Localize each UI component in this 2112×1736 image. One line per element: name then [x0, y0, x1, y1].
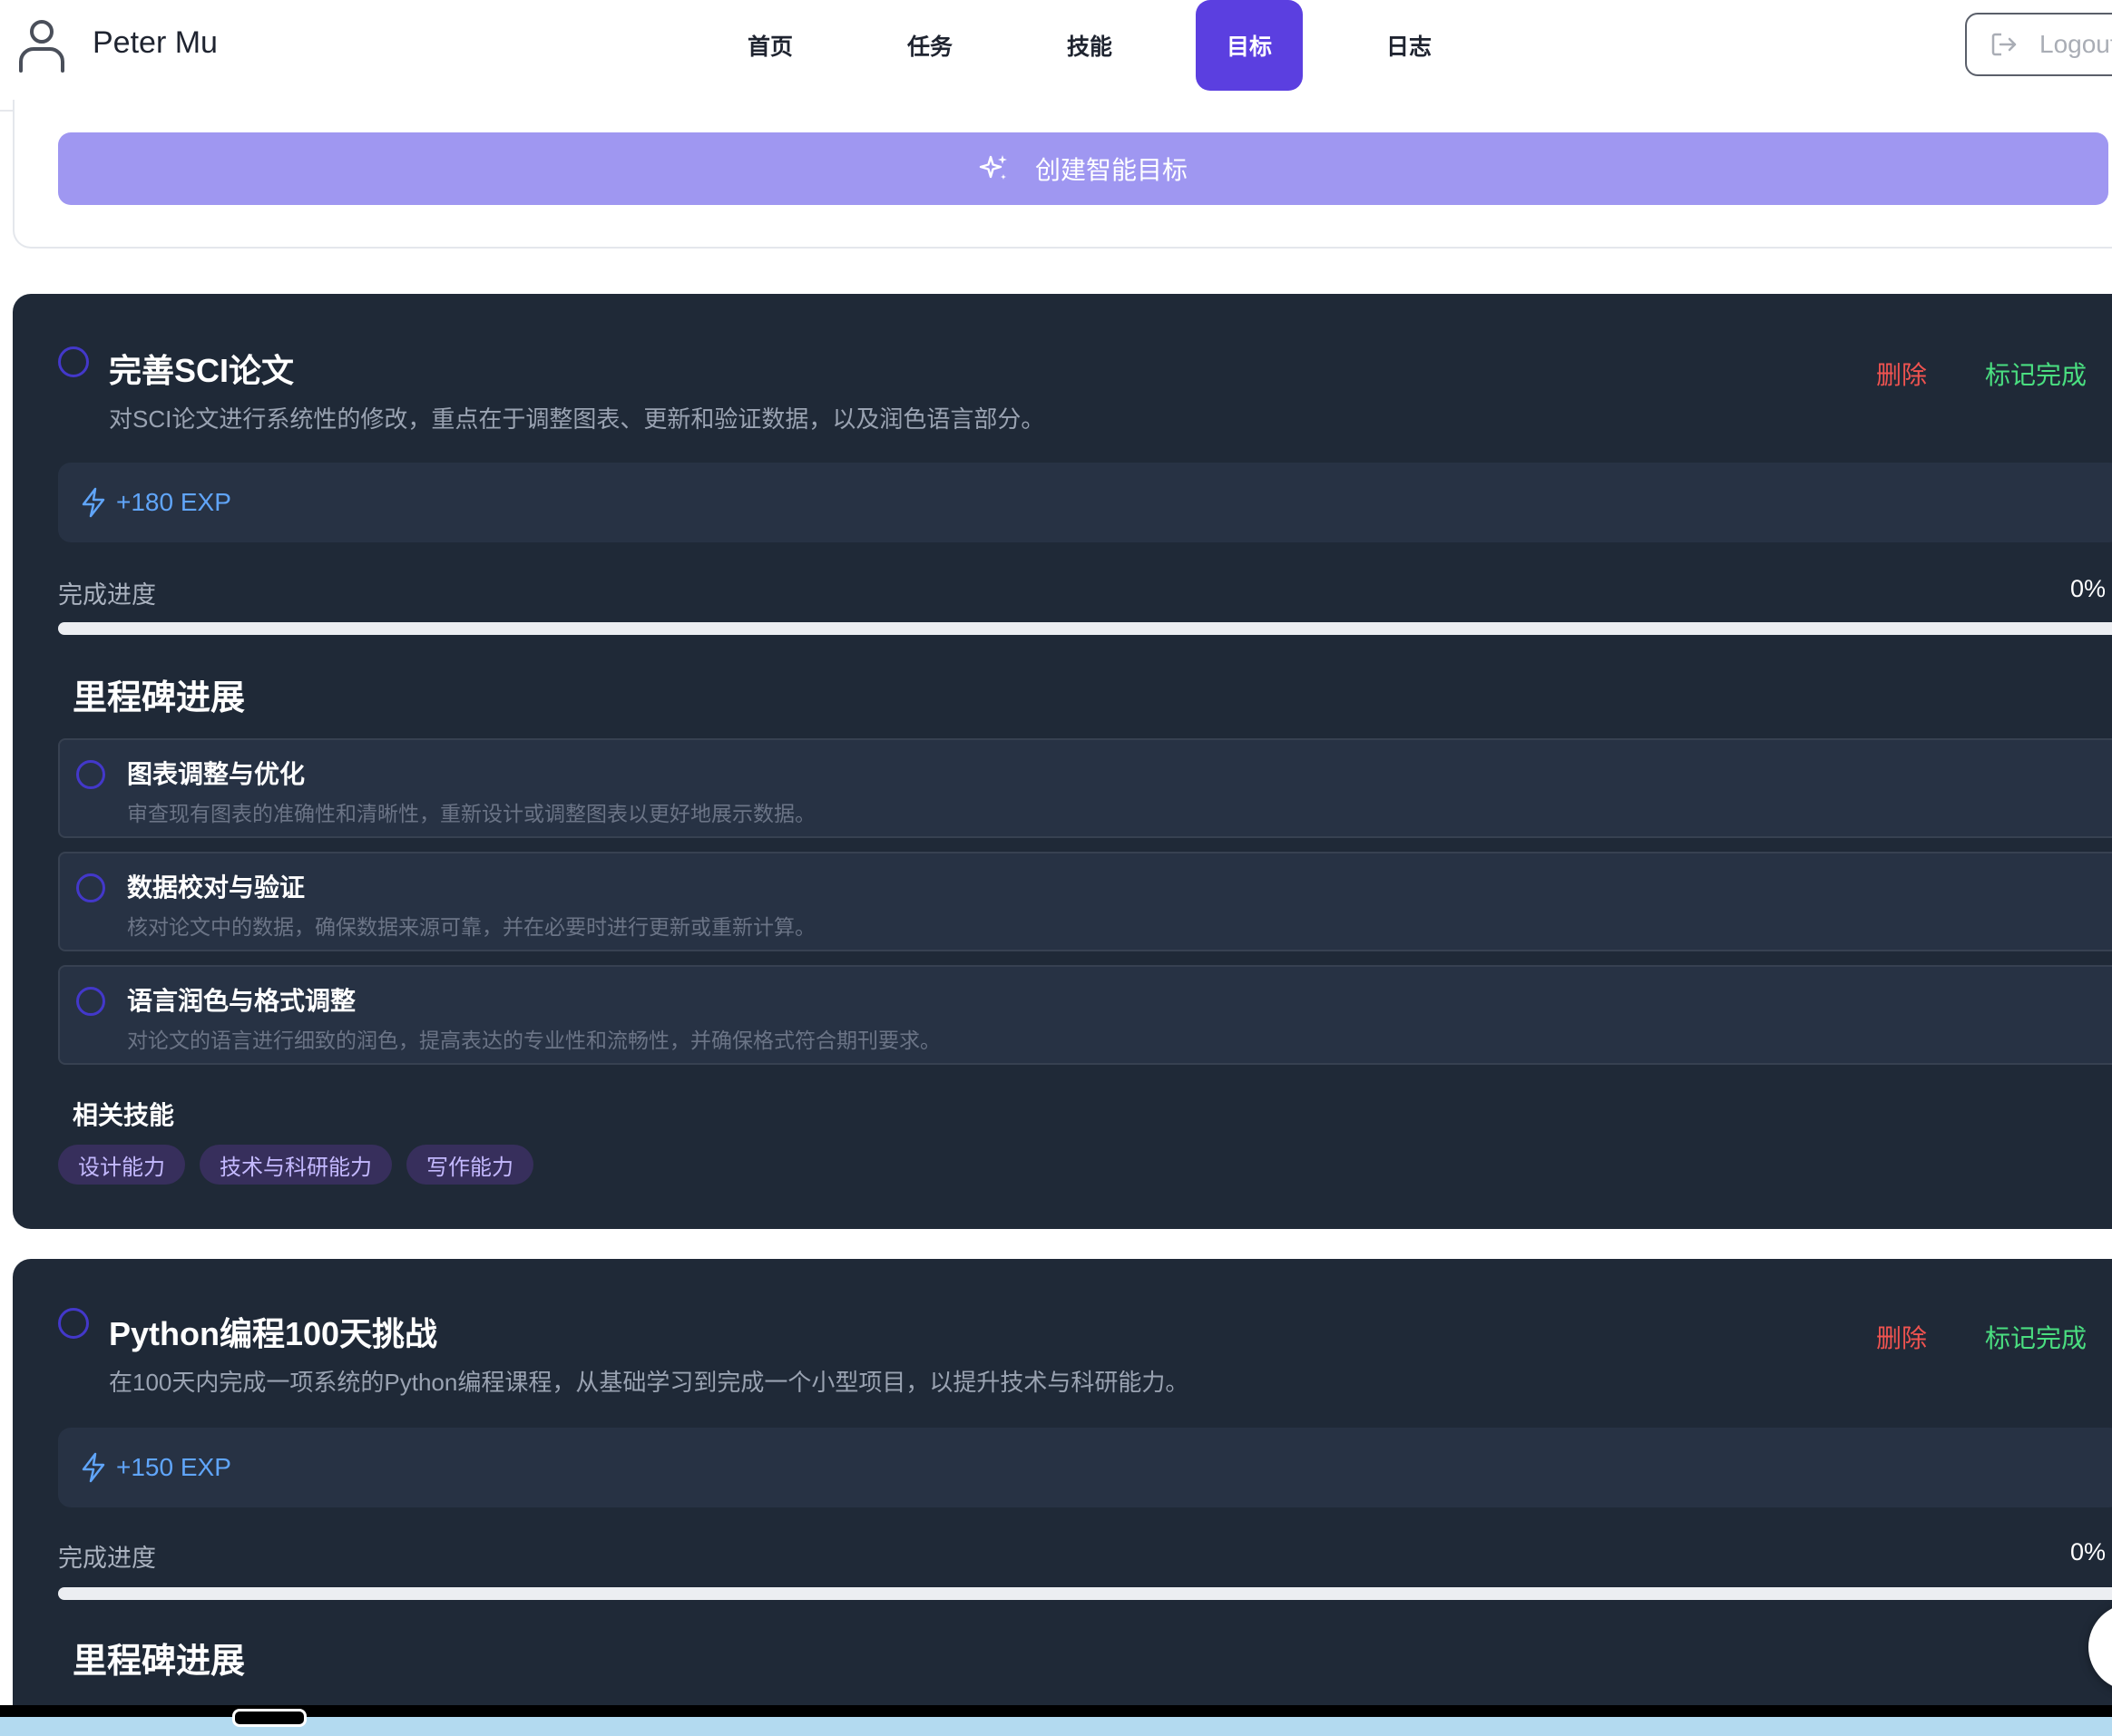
logout-label: Logout	[2039, 30, 2112, 58]
exp-value: +150 EXP	[116, 1453, 231, 1481]
milestone-item: 数据校对与验证 核对论文中的数据，确保数据来源可靠，并在必要时进行更新或重新计算…	[58, 852, 2112, 951]
delete-goal-button[interactable]: 删除	[1876, 1319, 1927, 1355]
user-icon[interactable]	[16, 16, 67, 73]
milestone-title: 数据校对与验证	[127, 873, 306, 902]
progress-bar	[58, 1587, 2112, 1600]
goal-title: 完善SCI论文	[109, 352, 295, 389]
skill-tag[interactable]: 设计能力	[58, 1145, 185, 1185]
goal-description: 在100天内完成一项系统的Python编程课程，从基础学习到完成一个小型项目，以…	[109, 1369, 1189, 1396]
milestone-description: 对论文的语言进行细致的润色，提高表达的专业性和流畅性，并确保格式符合期刊要求。	[127, 1029, 941, 1052]
progress-percent: 0%	[2070, 575, 2107, 602]
user-name: Peter Mu	[93, 25, 218, 60]
mark-complete-button[interactable]: 标记完成	[1985, 1319, 2087, 1355]
scroll-handle[interactable]	[232, 1709, 307, 1727]
skill-tag[interactable]: 技术与科研能力	[200, 1145, 392, 1185]
milestones-heading: 里程碑进展	[73, 1643, 246, 1681]
progress-label: 完成进度	[58, 1545, 156, 1572]
create-smart-goal-button[interactable]: 创建智能目标	[58, 132, 2108, 205]
milestones-heading: 里程碑进展	[73, 679, 246, 717]
bottom-band	[0, 1717, 2112, 1736]
create-smart-goal-label: 创建智能目标	[1034, 156, 1188, 184]
logout-button[interactable]: Logout	[1965, 13, 2112, 76]
milestone-title: 语言润色与格式调整	[127, 987, 357, 1015]
milestone-item: 语言润色与格式调整 对论文的语言进行细致的润色，提高表达的专业性和流畅性，并确保…	[58, 965, 2112, 1065]
milestone-title: 图表调整与优化	[127, 760, 306, 788]
nav-journal[interactable]: 日志	[1355, 0, 1462, 91]
milestone-checkbox[interactable]	[76, 760, 105, 789]
goal-checkbox[interactable]	[58, 346, 89, 377]
mark-complete-button[interactable]: 标记完成	[1985, 356, 2087, 392]
exp-reward-box: +180 EXP	[58, 463, 2112, 542]
related-skills-heading: 相关技能	[73, 1101, 175, 1129]
nav-goals[interactable]: 目标	[1196, 0, 1303, 91]
goal-card: Python编程100天挑战 在100天内完成一项系统的Python编程课程，从…	[13, 1259, 2112, 1705]
milestone-item: 图表调整与优化 审查现有图表的准确性和清晰性，重新设计或调整图表以更好地展示数据…	[58, 738, 2112, 838]
progress-percent: 0%	[2070, 1538, 2107, 1565]
progress-bar	[58, 622, 2112, 635]
goal-title: Python编程100天挑战	[109, 1315, 438, 1352]
goal-checkbox[interactable]	[58, 1308, 89, 1339]
milestone-checkbox[interactable]	[76, 873, 105, 902]
milestone-description: 审查现有图表的准确性和清晰性，重新设计或调整图表以更好地展示数据。	[127, 802, 816, 825]
delete-goal-button[interactable]: 删除	[1876, 356, 1927, 392]
milestone-description: 核对论文中的数据，确保数据来源可靠，并在必要时进行更新或重新计算。	[127, 915, 816, 939]
sparkle-icon	[979, 155, 1007, 180]
skill-tag[interactable]: 写作能力	[406, 1145, 533, 1185]
nav-home[interactable]: 首页	[717, 0, 824, 91]
lightning-icon	[82, 1452, 105, 1483]
lightning-icon	[82, 487, 105, 518]
nav-skills[interactable]: 技能	[1036, 0, 1143, 91]
goal-description: 对SCI论文进行系统性的修改，重点在于调整图表、更新和验证数据，以及润色语言部分…	[109, 405, 1045, 433]
milestone-checkbox[interactable]	[76, 987, 105, 1016]
progress-label: 完成进度	[58, 581, 156, 609]
logout-icon	[1991, 33, 2017, 56]
exp-reward-box: +150 EXP	[58, 1428, 2112, 1507]
top-nav-bar: Peter Mu 首页 任务 技能 目标 日志 Logout	[0, 0, 2112, 112]
goal-card: 完善SCI论文 对SCI论文进行系统性的修改，重点在于调整图表、更新和验证数据，…	[13, 294, 2112, 1229]
nav-tasks[interactable]: 任务	[876, 0, 983, 91]
exp-value: +180 EXP	[116, 488, 231, 516]
